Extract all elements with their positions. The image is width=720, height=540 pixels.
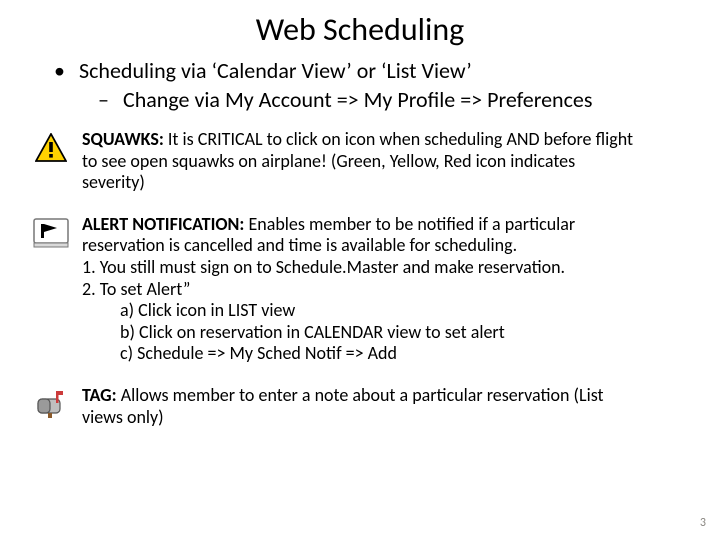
squawks-text: SQUAWKS: It is CRITICAL to click on icon… [82, 129, 700, 194]
alert-text: ALERT NOTIFICATION: Enables member to be… [82, 214, 700, 365]
alert-flag-icon [33, 218, 69, 248]
bullet-level-1: Scheduling via ‘Calendar View’ or ‘List … [54, 57, 700, 84]
mailbox-icon [36, 389, 66, 419]
tag-block: TAG: Allows member to enter a note about… [20, 385, 700, 428]
squawks-block: SQUAWKS: It is CRITICAL to click on icon… [20, 129, 700, 194]
tag-text: TAG: Allows member to enter a note about… [82, 385, 700, 428]
warning-icon [35, 133, 67, 163]
bullet-level-2: Change via My Account => My Profile => P… [98, 86, 700, 113]
slide-title: Web Scheduling [20, 10, 700, 49]
page-number: 3 [700, 516, 706, 530]
alert-block: ALERT NOTIFICATION: Enables member to be… [20, 214, 700, 365]
